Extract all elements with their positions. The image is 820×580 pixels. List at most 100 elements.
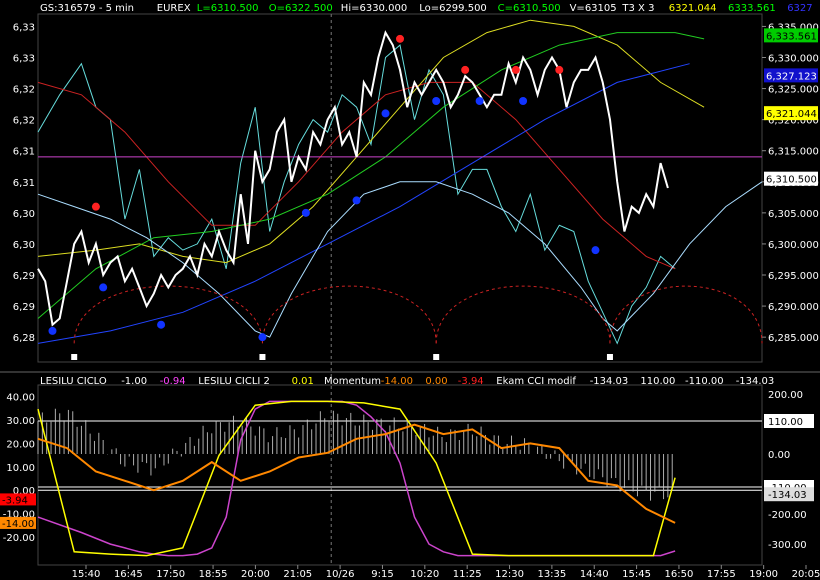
cycle-arc <box>261 285 437 344</box>
red-dot <box>555 65 564 74</box>
indicator-right-flag-label: 110.00 <box>768 417 803 428</box>
time-tick-label: 12:30 <box>495 569 524 580</box>
time-tick-label: 10:20 <box>410 569 439 580</box>
time-tick-label: 16:45 <box>114 569 143 580</box>
time-tick-label: 11:25 <box>453 569 482 580</box>
blue-dot <box>99 283 108 292</box>
time-tick-label: 17:50 <box>156 569 185 580</box>
chart-stage: 6,285.000 6,290.000 6,295.000 6,300.000 6,30… <box>0 0 820 580</box>
header-segment: 6327 <box>787 3 812 14</box>
header-segment: T3 X 3 <box>621 3 654 14</box>
price-tick-label: 6,305.000 <box>768 209 819 220</box>
blue-dot <box>381 109 390 118</box>
red-dot <box>461 65 470 74</box>
indicator-header-segment: Ekam CCI modif <box>496 376 576 387</box>
price-left-tick-label: 6,28 <box>13 333 35 344</box>
price-left-tick-label: 6,32 <box>13 116 35 127</box>
cycle-marker <box>433 354 440 360</box>
indicator-header-segment: 110.00 <box>640 376 675 387</box>
time-tick-label: 21:05 <box>283 569 312 580</box>
time-tick-label: 15:45 <box>622 569 651 580</box>
price-tick-label: 6,295.000 <box>768 271 819 282</box>
time-tick-label: 20:00 <box>241 569 270 580</box>
indicator-left-tick-label: 10.00 <box>6 463 35 474</box>
cycle-marker <box>71 354 78 360</box>
red-dot <box>396 34 404 43</box>
price-tick-label: 6,290.000 <box>768 302 819 313</box>
time-tick-label: 13:35 <box>537 569 566 580</box>
indicator-header-segment: -134.03 <box>736 376 775 387</box>
blue-dot <box>157 320 166 329</box>
header-segment: 6321.044 <box>669 3 717 14</box>
price-left-tick-label: 6,31 <box>13 178 35 189</box>
indicator-lesilu-cicli-2 <box>37 400 676 557</box>
price-left-tick-label: 6,29 <box>13 302 35 313</box>
price-flag-label: 6,310.500 <box>766 175 817 186</box>
price-tick-label: 6,315.000 <box>768 147 819 158</box>
header-segment: 6333.561 <box>728 3 776 14</box>
indicator-left-tick-label: 40.00 <box>6 393 35 404</box>
price-left-tick-label: 6,31 <box>13 147 35 158</box>
indicator-left-tick-label: -20.00 <box>3 533 35 544</box>
price-tick-label: 6,325.000 <box>768 85 819 96</box>
chart-svg: 6,285.000 6,290.000 6,295.000 6,300.000 6,30… <box>0 3 820 580</box>
indicator-header-segment: -3.94 <box>458 376 484 387</box>
indicator-header-segment: -0.94 <box>160 376 186 387</box>
time-tick-label: 9:15 <box>371 569 393 580</box>
time-tick-label: 17:55 <box>707 569 736 580</box>
cycle-arc <box>435 285 611 344</box>
header-segment: Lo=6299.500 <box>419 3 487 14</box>
price-tick-label: 6,330.000 <box>768 54 819 65</box>
indicator-header-segment: LESILU CICLI 2 <box>198 376 270 387</box>
indicator-header-segment: -1.00 <box>121 376 147 387</box>
indicator-left-flag-label: -14.00 <box>2 519 34 530</box>
header-segment: C=6310.500 <box>498 3 561 14</box>
header-segment: L=6310.500 <box>197 3 259 14</box>
time-tick-label: 19:00 <box>749 569 778 580</box>
blue-dot <box>258 333 267 342</box>
indicator-right-tick-label: -200.00 <box>768 510 807 521</box>
time-tick-label: 15:40 <box>72 569 101 580</box>
indicator-header-segment: -110.00 <box>685 376 724 387</box>
blue-dot <box>48 326 57 335</box>
price-flag-label: 6,327.123 <box>766 71 817 82</box>
indicator-header-segment: LESILU CICLO <box>40 376 107 387</box>
price-tick-label: 6,300.000 <box>768 240 819 251</box>
indicator-panel-frame <box>37 384 763 566</box>
blue-dot <box>519 97 528 105</box>
price-left-tick-label: 6,30 <box>13 240 35 251</box>
indicator-header-segment: 0.00 <box>425 376 447 387</box>
red-dot <box>511 65 520 74</box>
price-flag-label: 6,333.561 <box>766 31 817 42</box>
price-panel-frame <box>37 13 763 363</box>
cycle-marker <box>259 354 266 360</box>
time-tick-label: 20:05 <box>792 569 820 580</box>
header-segment: GS:316579 - 5 min <box>40 3 134 14</box>
blue-dot <box>301 208 310 217</box>
series-blue <box>37 63 690 344</box>
header-segment: O=6322.500 <box>269 3 333 14</box>
indicator-right-tick-label: 200.00 <box>768 390 803 401</box>
indicator-right-tick-label: -300.00 <box>768 540 807 551</box>
price-left-tick-label: 6,33 <box>13 54 35 65</box>
time-tick-label: 18:55 <box>199 569 228 580</box>
time-tick-label: 14:40 <box>580 569 609 580</box>
indicator-header-segment: 0.01 <box>292 376 314 387</box>
price-left-tick-label: 6,33 <box>13 22 35 33</box>
time-tick-label: 10/26 <box>326 569 355 580</box>
price-tick-label: 6,285.000 <box>768 333 819 344</box>
indicator-lesilu-ciclo <box>37 400 676 557</box>
time-tick-label: 16:50 <box>665 569 694 580</box>
indicator-momentum <box>37 423 676 524</box>
indicator-right-flag-label: -134.03 <box>768 490 807 501</box>
indicator-header-segment: Momentum <box>324 376 381 387</box>
blue-dot <box>432 97 441 105</box>
indicator-header-segment: -134.03 <box>590 376 629 387</box>
price-left-tick-label: 6,29 <box>13 271 35 282</box>
indicator-left-flag-label: -3.94 <box>2 495 28 506</box>
indicator-right-tick-label: 0.00 <box>768 450 790 461</box>
blue-dot <box>475 97 484 105</box>
cycle-marker <box>606 354 613 360</box>
indicator-left-tick-label: 30.00 <box>6 416 35 427</box>
price-flag-label: 6,321.044 <box>766 109 817 120</box>
